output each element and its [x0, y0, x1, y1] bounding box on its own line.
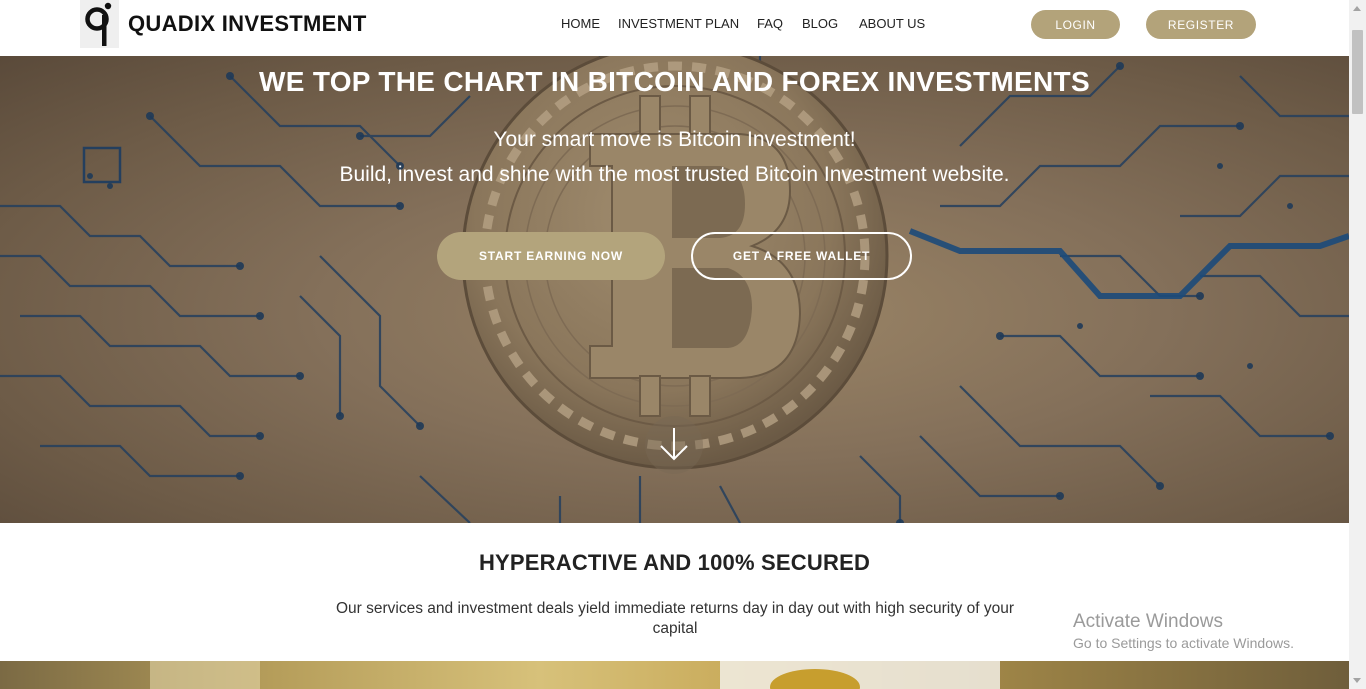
- site-header: QUADIX INVESTMENT HOME INVESTMENT PLAN F…: [0, 0, 1349, 56]
- windows-activation-title: Activate Windows: [1073, 611, 1223, 632]
- section-title: HYPERACTIVE AND 100% SECURED: [478, 550, 871, 575]
- nav-faq[interactable]: FAQ: [757, 16, 783, 31]
- hero-subtitle-line2: Build, invest and shine with the most tr…: [339, 163, 1010, 186]
- logo-icon[interactable]: [80, 0, 119, 48]
- section-description: Our services and investment deals yield …: [335, 600, 1014, 637]
- hero-title: WE TOP THE CHART IN BITCOIN AND FOREX IN…: [259, 66, 1090, 97]
- scroll-down-icon[interactable]: [1353, 678, 1361, 683]
- scrollbar-thumb[interactable]: [1352, 30, 1363, 114]
- arrow-down-icon: [660, 428, 688, 461]
- scroll-down-button[interactable]: [645, 416, 703, 474]
- register-button[interactable]: REGISTER: [1146, 10, 1256, 39]
- login-button[interactable]: LOGIN: [1031, 10, 1120, 39]
- nav-blog[interactable]: BLOG: [802, 16, 838, 31]
- scroll-up-icon[interactable]: [1353, 6, 1361, 11]
- nav-home[interactable]: HOME: [561, 16, 600, 31]
- section-image-strip: [0, 661, 1349, 689]
- hero-banner: WE TOP THE CHART IN BITCOIN AND FOREX IN…: [0, 56, 1349, 523]
- start-earning-button[interactable]: START EARNING NOW: [437, 232, 665, 280]
- nav-investment-plan[interactable]: INVESTMENT PLAN: [618, 16, 739, 31]
- brand-name[interactable]: QUADIX INVESTMENT: [128, 11, 367, 37]
- nav-about-us[interactable]: ABOUT US: [859, 16, 925, 31]
- vertical-scrollbar[interactable]: [1349, 0, 1366, 689]
- hero-subtitle-line1: Your smart move is Bitcoin Investment!: [493, 128, 856, 151]
- free-wallet-button[interactable]: GET A FREE WALLET: [691, 232, 912, 280]
- windows-activation-text: Go to Settings to activate Windows.: [1073, 635, 1294, 651]
